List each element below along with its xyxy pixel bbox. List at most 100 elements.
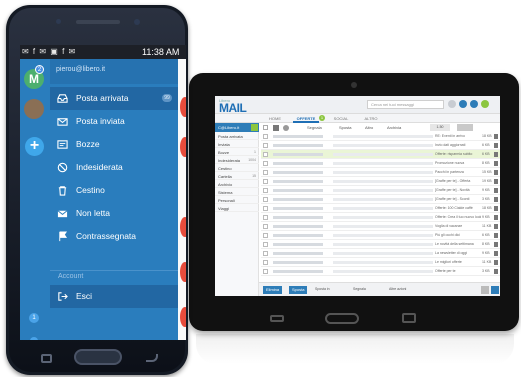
- trash-icon[interactable]: [273, 125, 279, 131]
- row-checkbox[interactable]: [263, 152, 268, 157]
- row-checkbox[interactable]: [263, 179, 268, 184]
- message-row[interactable]: RE: Eventi in arrivo 18 KB: [261, 132, 500, 141]
- select-all-checkbox[interactable]: [263, 125, 268, 130]
- sidebar-item[interactable]: Cestino: [215, 164, 259, 172]
- row-flag-icon[interactable]: [494, 269, 498, 274]
- row-checkbox[interactable]: [263, 134, 268, 139]
- tab-altro[interactable]: ALTRO: [359, 114, 383, 123]
- sidebar-item[interactable]: Personali: [215, 196, 259, 204]
- next-page-button[interactable]: [491, 286, 499, 294]
- row-checkbox[interactable]: [263, 170, 268, 175]
- message-row[interactable]: La newsletter di oggi 9 KB: [261, 249, 500, 258]
- move-button[interactable]: Sposta: [289, 286, 308, 294]
- row-flag-icon[interactable]: [494, 233, 498, 238]
- row-flag-icon[interactable]: [494, 206, 498, 211]
- add-account-button[interactable]: +: [25, 137, 44, 156]
- row-checkbox[interactable]: [263, 242, 268, 247]
- message-row[interactable]: Le migliori offerte 11 KB: [261, 258, 500, 267]
- search-icon[interactable]: [448, 100, 456, 108]
- message-row[interactable]: Le novità della settimana 8 KB: [261, 240, 500, 249]
- row-flag-icon[interactable]: [494, 143, 498, 148]
- home-icon[interactable]: [459, 100, 467, 108]
- toolbar-sposta[interactable]: Sposta: [339, 125, 351, 131]
- tablet-home-key[interactable]: [325, 313, 359, 324]
- row-flag-icon[interactable]: [494, 188, 498, 193]
- more-actions-select[interactable]: Altre azioni: [389, 287, 406, 293]
- folder-flagged[interactable]: Contrassegnata: [50, 225, 178, 248]
- sidebar-item[interactable]: Bozze 1: [215, 148, 259, 156]
- row-checkbox[interactable]: [263, 206, 268, 211]
- message-row[interactable]: Promozione nuova 8 KB: [261, 159, 500, 168]
- home-key[interactable]: [74, 349, 122, 365]
- tab-home[interactable]: HOME: [263, 114, 287, 123]
- tab-social[interactable]: SOCIAL: [329, 114, 353, 123]
- pager-button[interactable]: [457, 124, 473, 131]
- row-flag-icon[interactable]: [494, 179, 498, 184]
- search-input[interactable]: Cerca nei tuoi messaggi: [367, 100, 444, 109]
- row-flag-icon[interactable]: [494, 134, 498, 139]
- folder-inbox[interactable]: Posta arrivata 99: [50, 87, 178, 110]
- row-checkbox[interactable]: [263, 161, 268, 166]
- move-to-select[interactable]: Sposta in: [315, 287, 330, 293]
- row-flag-icon[interactable]: [494, 224, 498, 229]
- tablet-recent-key[interactable]: [402, 313, 416, 323]
- sidebar-item[interactable]: Inviata: [215, 140, 259, 148]
- message-row[interactable]: Pacchi in partenza 15 KB: [261, 168, 500, 177]
- message-row[interactable]: [Graffe per te] - Novità 9 KB: [261, 186, 500, 195]
- sidebar-item[interactable]: Cartella 15: [215, 172, 259, 180]
- drawer-account-header[interactable]: pierou@libero.it: [50, 59, 178, 84]
- message-row[interactable]: Offerte: risparmia subito 6 KB: [261, 150, 500, 159]
- sidebar-item[interactable]: Posta arrivata: [215, 132, 259, 140]
- row-flag-icon[interactable]: [494, 161, 498, 166]
- delete-button[interactable]: Elimina: [263, 286, 283, 294]
- toolbar-altro[interactable]: Altro: [365, 125, 373, 131]
- avatar-secondary[interactable]: [24, 99, 44, 119]
- account-icon[interactable]: [481, 100, 489, 108]
- row-flag-icon[interactable]: [494, 260, 498, 265]
- recent-apps-key[interactable]: [41, 354, 52, 363]
- sidebar-item[interactable]: Viaggi: [215, 204, 259, 212]
- message-row[interactable]: Più gli occhi dici 6 KB: [261, 231, 500, 240]
- folder-spam[interactable]: Indesiderata: [50, 156, 178, 179]
- logout-button[interactable]: Esci: [50, 285, 178, 308]
- row-checkbox[interactable]: [263, 215, 268, 220]
- back-key[interactable]: [146, 354, 158, 362]
- prev-page-button[interactable]: [481, 286, 489, 294]
- tablet-back-key[interactable]: [270, 315, 284, 322]
- message-row[interactable]: Offerte: Crea il tuo nuovo look 9 KB: [261, 213, 500, 222]
- toolbar-segnala[interactable]: Segnala: [307, 125, 322, 131]
- row-checkbox[interactable]: [263, 188, 268, 193]
- message-row[interactable]: Invio dati aggiornati 6 KB: [261, 141, 500, 150]
- refresh-icon[interactable]: [283, 125, 289, 131]
- sidebar-item[interactable]: Sistema: [215, 188, 259, 196]
- folder-unread[interactable]: Non letta: [50, 202, 178, 225]
- compose-button[interactable]: [251, 124, 258, 131]
- message-row[interactable]: Offerte: 100 Cialde caffè 18 KB: [261, 204, 500, 213]
- row-checkbox[interactable]: [263, 251, 268, 256]
- tab-offerte[interactable]: OFFERTE: [293, 114, 319, 123]
- row-checkbox[interactable]: [263, 197, 268, 202]
- message-row[interactable]: Offerte per te 3 KB: [261, 267, 500, 276]
- message-row[interactable]: Voglia di vacanze 11 KB: [261, 222, 500, 231]
- message-row[interactable]: [Graffe per te] - Sconti 3 KB: [261, 195, 500, 204]
- row-flag-icon[interactable]: [494, 215, 498, 220]
- mail-logo[interactable]: MAIL: [219, 101, 247, 115]
- row-flag-icon[interactable]: [494, 251, 498, 256]
- help-icon[interactable]: [470, 100, 478, 108]
- toolbar-archivia[interactable]: Archivia: [387, 125, 401, 131]
- row-checkbox[interactable]: [263, 143, 268, 148]
- folder-trash[interactable]: Cestino: [50, 179, 178, 202]
- message-row[interactable]: [Graffe per te] - Offerta 19 KB: [261, 177, 500, 186]
- sidebar-item[interactable]: Indesiderata 1004: [215, 156, 259, 164]
- folder-sent[interactable]: Posta inviata: [50, 110, 178, 133]
- folder-drafts[interactable]: Bozze: [50, 133, 178, 156]
- sidebar-item[interactable]: Archivio: [215, 180, 259, 188]
- row-checkbox[interactable]: [263, 233, 268, 238]
- row-flag-icon[interactable]: [494, 170, 498, 175]
- row-checkbox[interactable]: [263, 224, 268, 229]
- row-checkbox[interactable]: [263, 269, 268, 274]
- row-flag-icon[interactable]: [494, 197, 498, 202]
- report-select[interactable]: Segnala: [353, 287, 366, 293]
- row-checkbox[interactable]: [263, 260, 268, 265]
- row-flag-icon[interactable]: [494, 152, 498, 157]
